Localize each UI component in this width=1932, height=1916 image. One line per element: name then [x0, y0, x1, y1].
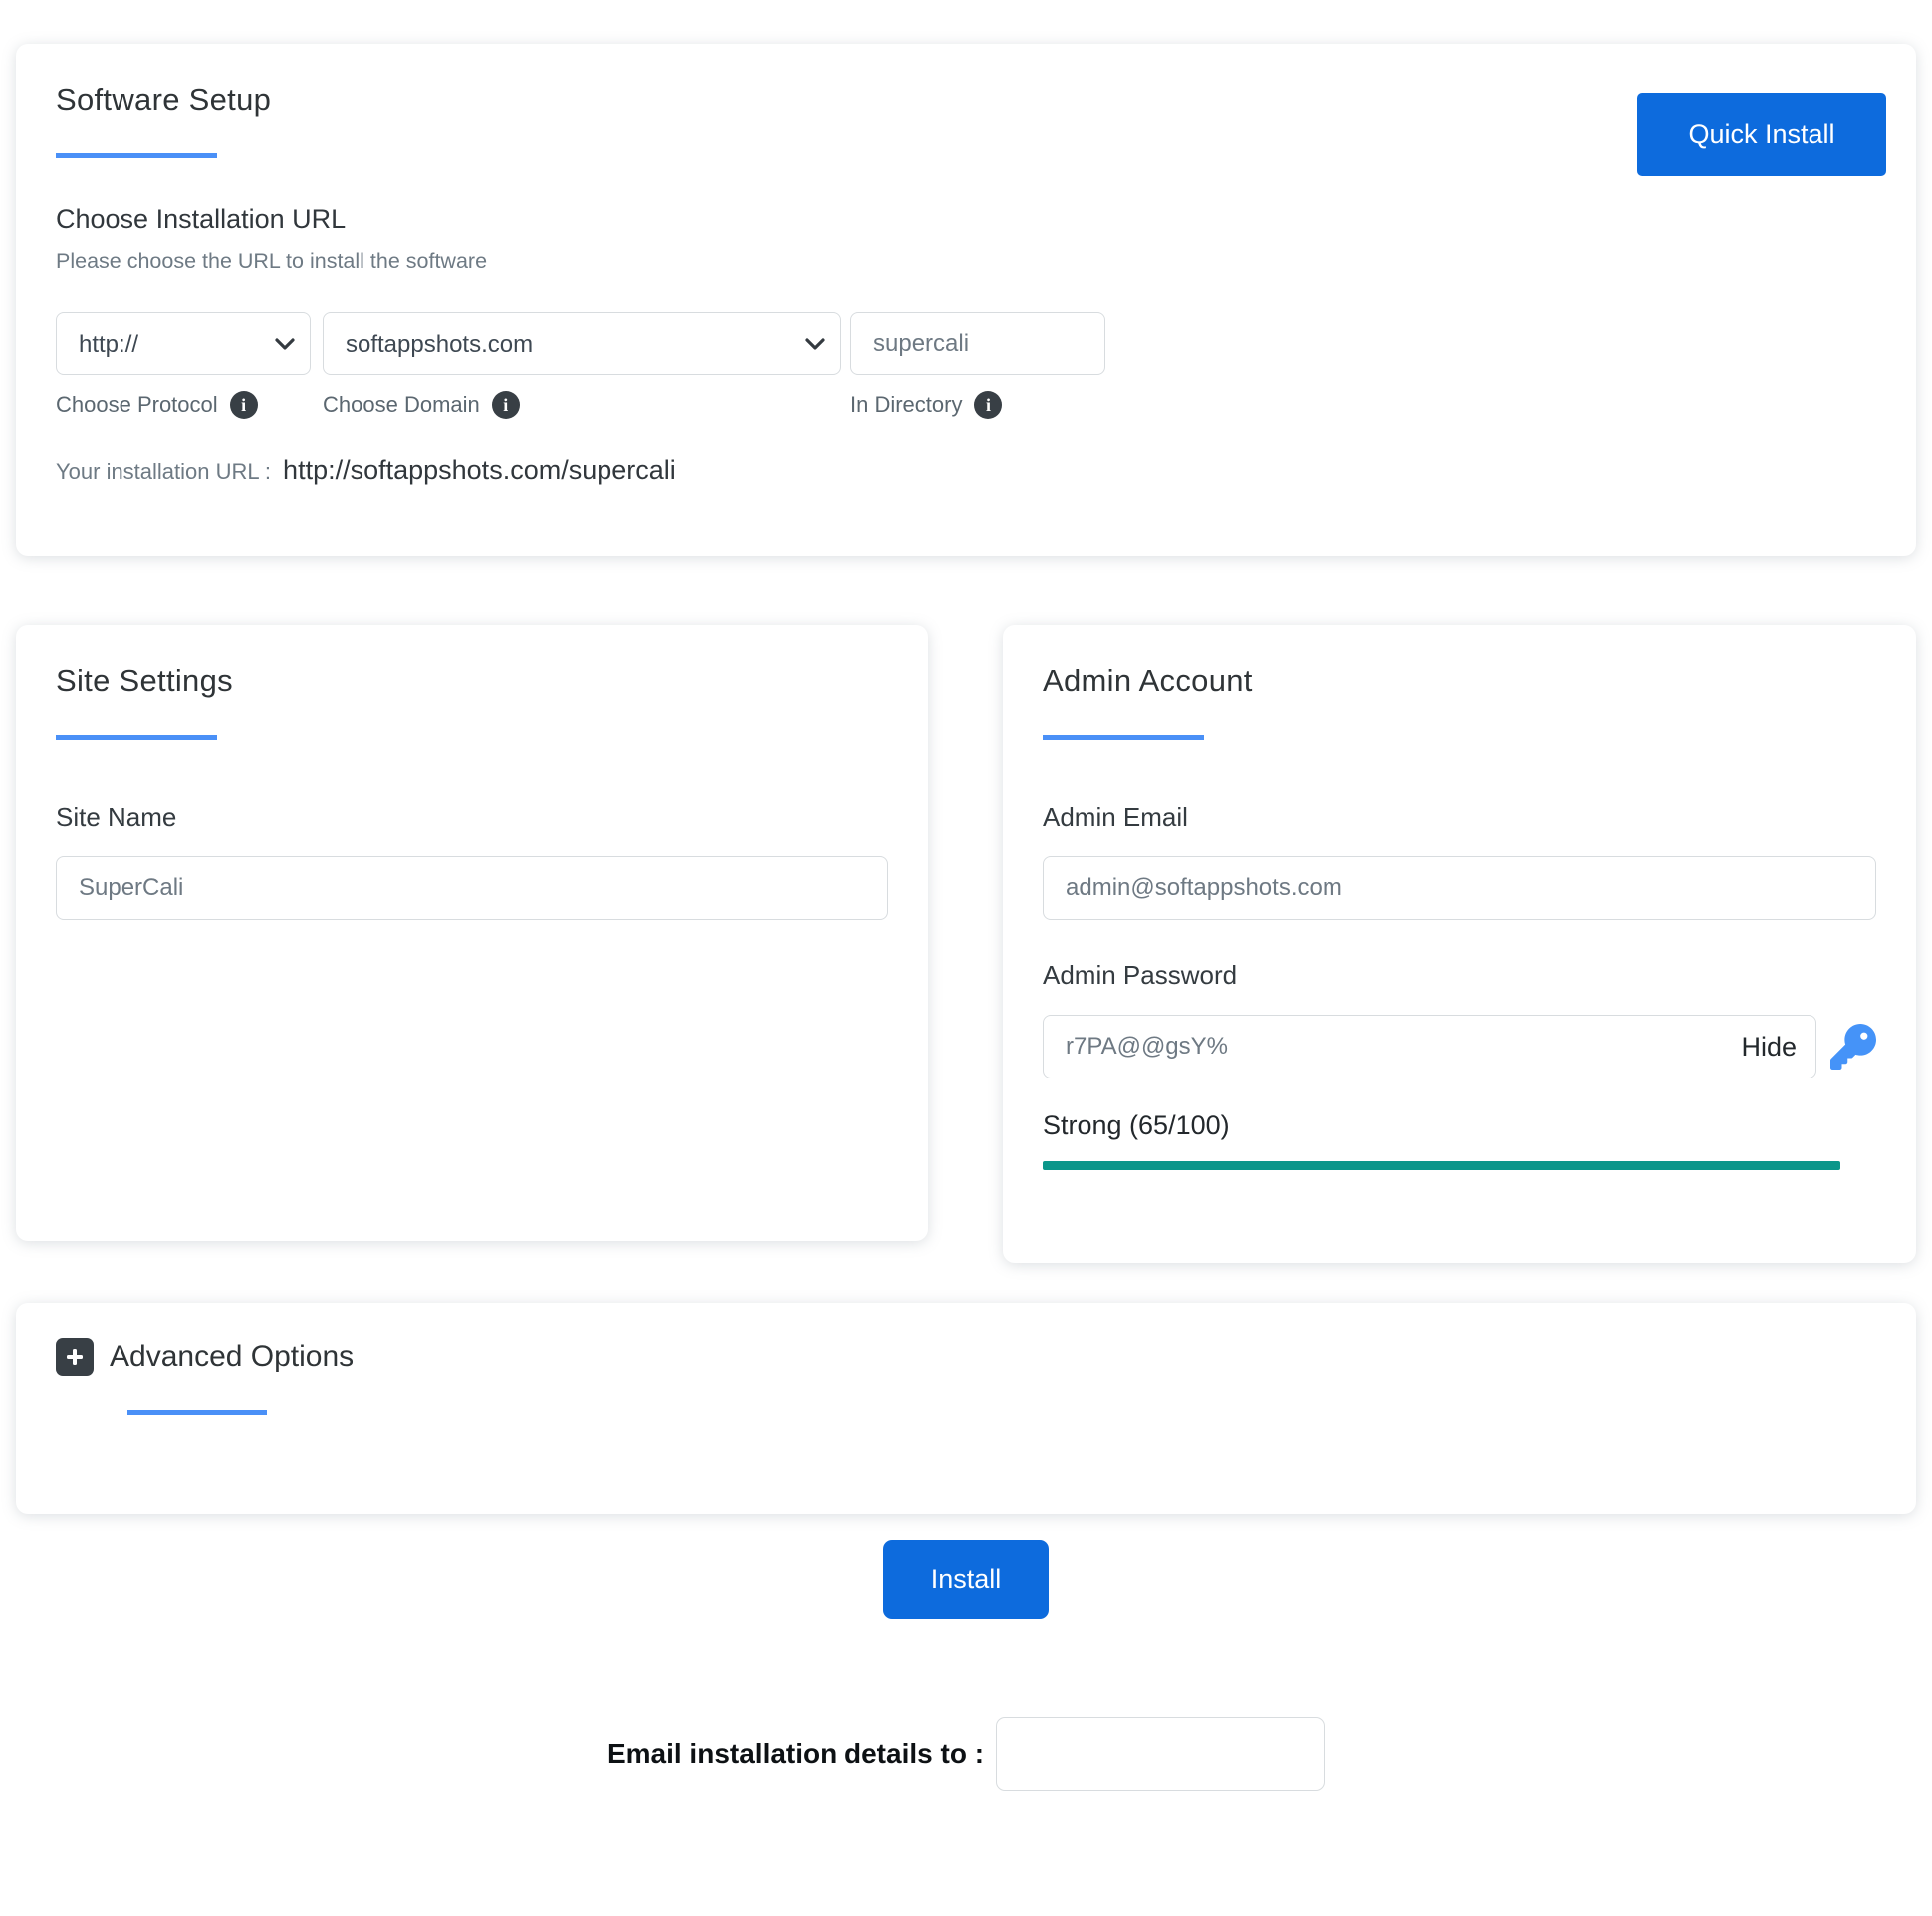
password-strength-bar: [1043, 1161, 1840, 1170]
settings-row: Site Settings Site Name Admin Account Ad…: [16, 625, 1916, 1263]
domain-select[interactable]: softappshots.com: [323, 312, 841, 375]
install-row: Install: [0, 1540, 1932, 1619]
info-icon[interactable]: i: [974, 391, 1003, 419]
site-name-label: Site Name: [56, 802, 177, 832]
admin-password-row: Hide: [1043, 1015, 1876, 1078]
email-details-input[interactable]: [996, 1717, 1326, 1791]
password-strength-text: Strong (65/100): [1043, 1110, 1230, 1140]
installation-url-label: Your installation URL :: [56, 459, 272, 484]
advanced-options-title: Advanced Options: [110, 1340, 355, 1373]
hide-password-link[interactable]: Hide: [1741, 1032, 1797, 1063]
title-underline: [127, 1410, 267, 1415]
choose-url-title: Choose Installation URL: [56, 204, 347, 234]
protocol-select[interactable]: http://: [56, 312, 311, 375]
choose-url-subtitle: Please choose the URL to install the sof…: [56, 249, 488, 273]
title-underline: [1043, 735, 1204, 740]
directory-caption: In Directory: [850, 392, 963, 417]
plus-icon[interactable]: [56, 1338, 94, 1376]
admin-email-label: Admin Email: [1043, 802, 1188, 832]
protocol-caption: Choose Protocol: [56, 392, 218, 417]
software-setup-title: Software Setup: [56, 82, 272, 117]
software-setup-card: Software Setup Quick Install Choose Inst…: [16, 44, 1916, 556]
title-underline: [56, 735, 217, 740]
site-settings-title: Site Settings: [56, 663, 233, 698]
installation-url-line: Your installation URL : http://softappsh…: [56, 455, 1876, 486]
admin-email-input[interactable]: [1043, 856, 1876, 920]
site-name-input[interactable]: [56, 856, 888, 920]
install-button[interactable]: Install: [883, 1540, 1049, 1619]
installation-url-value: http://softappshots.com/supercali: [283, 455, 676, 485]
title-underline: [56, 153, 217, 158]
domain-caption: Choose Domain: [323, 392, 480, 417]
info-icon[interactable]: i: [229, 391, 258, 419]
advanced-options-card: Advanced Options: [16, 1303, 1916, 1514]
admin-account-title: Admin Account: [1043, 663, 1253, 698]
password-strength-fill: [1043, 1161, 1840, 1170]
directory-input[interactable]: [850, 312, 1105, 375]
quick-install-button[interactable]: Quick Install: [1637, 93, 1886, 176]
admin-password-label: Admin Password: [1043, 960, 1238, 990]
key-icon[interactable]: [1830, 1024, 1876, 1070]
info-icon[interactable]: i: [491, 391, 520, 419]
admin-account-card: Admin Account Admin Email Admin Password…: [1003, 625, 1916, 1263]
site-settings-card: Site Settings Site Name: [16, 625, 928, 1241]
admin-password-input[interactable]: [1043, 1015, 1816, 1078]
email-details-label: Email installation details to :: [606, 1738, 985, 1769]
installation-url-fields: http:// Choose Protocol i softappshots.c…: [56, 312, 1876, 419]
advanced-options-toggle[interactable]: Advanced Options: [56, 1338, 1876, 1376]
email-details-row: Email installation details to :: [0, 1717, 1932, 1791]
